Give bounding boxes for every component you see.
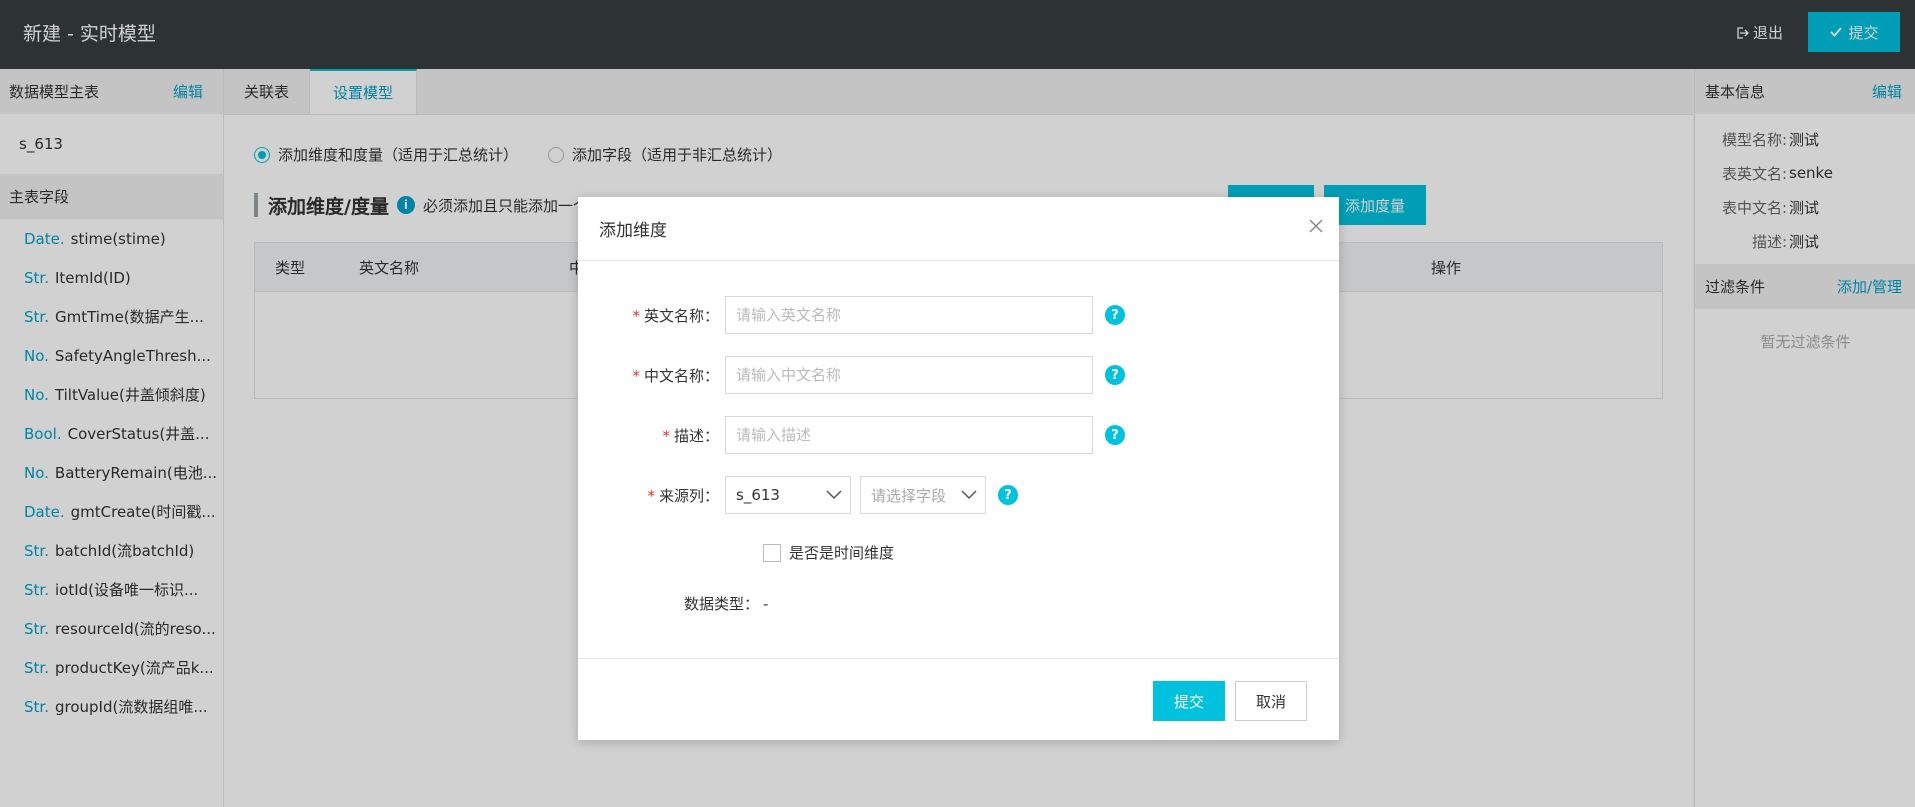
dialog-footer: 提交 取消	[578, 658, 1339, 741]
required-mark: *	[632, 306, 640, 325]
description-label: * 描述：	[662, 426, 719, 445]
help-icon[interactable]: ?	[998, 485, 1018, 505]
dialog-title: 添加维度	[599, 221, 667, 241]
cn-name-row: *中文名称： ?	[578, 356, 1125, 394]
cn-name-input[interactable]	[725, 356, 1093, 394]
help-icon[interactable]: ?	[1105, 425, 1125, 445]
dialog-submit-button[interactable]: 提交	[1153, 681, 1225, 721]
en-name-row: *英文名称： ?	[578, 296, 1125, 334]
dialog-header: 添加维度	[578, 197, 1339, 261]
time-dimension-row: 是否是时间维度	[763, 542, 894, 563]
chevron-down-icon	[826, 490, 842, 500]
data-type-label: 数据类型：	[684, 595, 760, 613]
required-mark: *	[662, 426, 670, 445]
required-mark: *	[632, 366, 640, 385]
data-type-value: -	[763, 594, 769, 613]
en-name-input[interactable]	[725, 296, 1093, 334]
source-table-value: s_613	[736, 486, 780, 504]
cn-name-label: * 中文名称：	[632, 366, 719, 385]
chevron-down-icon	[961, 490, 977, 500]
time-dimension-label: 是否是时间维度	[789, 544, 895, 562]
time-dimension-checkbox[interactable]	[763, 543, 781, 562]
source-table-select[interactable]: s_613	[725, 476, 851, 514]
close-icon[interactable]	[1305, 215, 1327, 237]
source-field-select[interactable]: 请选择字段	[860, 476, 986, 514]
help-icon[interactable]: ?	[1105, 365, 1125, 385]
source-row: * 来源列： s_613 请选择字段 ?	[578, 476, 1018, 514]
required-mark: *	[647, 486, 655, 505]
help-icon[interactable]: ?	[1105, 305, 1125, 325]
description-row: *描述： ?	[578, 416, 1125, 454]
source-label: * 来源列：	[647, 486, 719, 505]
dialog-cancel-button[interactable]: 取消	[1235, 681, 1307, 721]
description-input[interactable]	[725, 416, 1093, 454]
add-dimension-dialog: 添加维度 *英文名称： ? *中文名称： ? *描述： ? *来源列： s_61…	[578, 197, 1339, 740]
source-field-placeholder: 请选择字段	[871, 486, 947, 505]
data-type-row: 数据类型： -	[578, 593, 768, 614]
en-name-label: * 英文名称：	[632, 306, 719, 325]
